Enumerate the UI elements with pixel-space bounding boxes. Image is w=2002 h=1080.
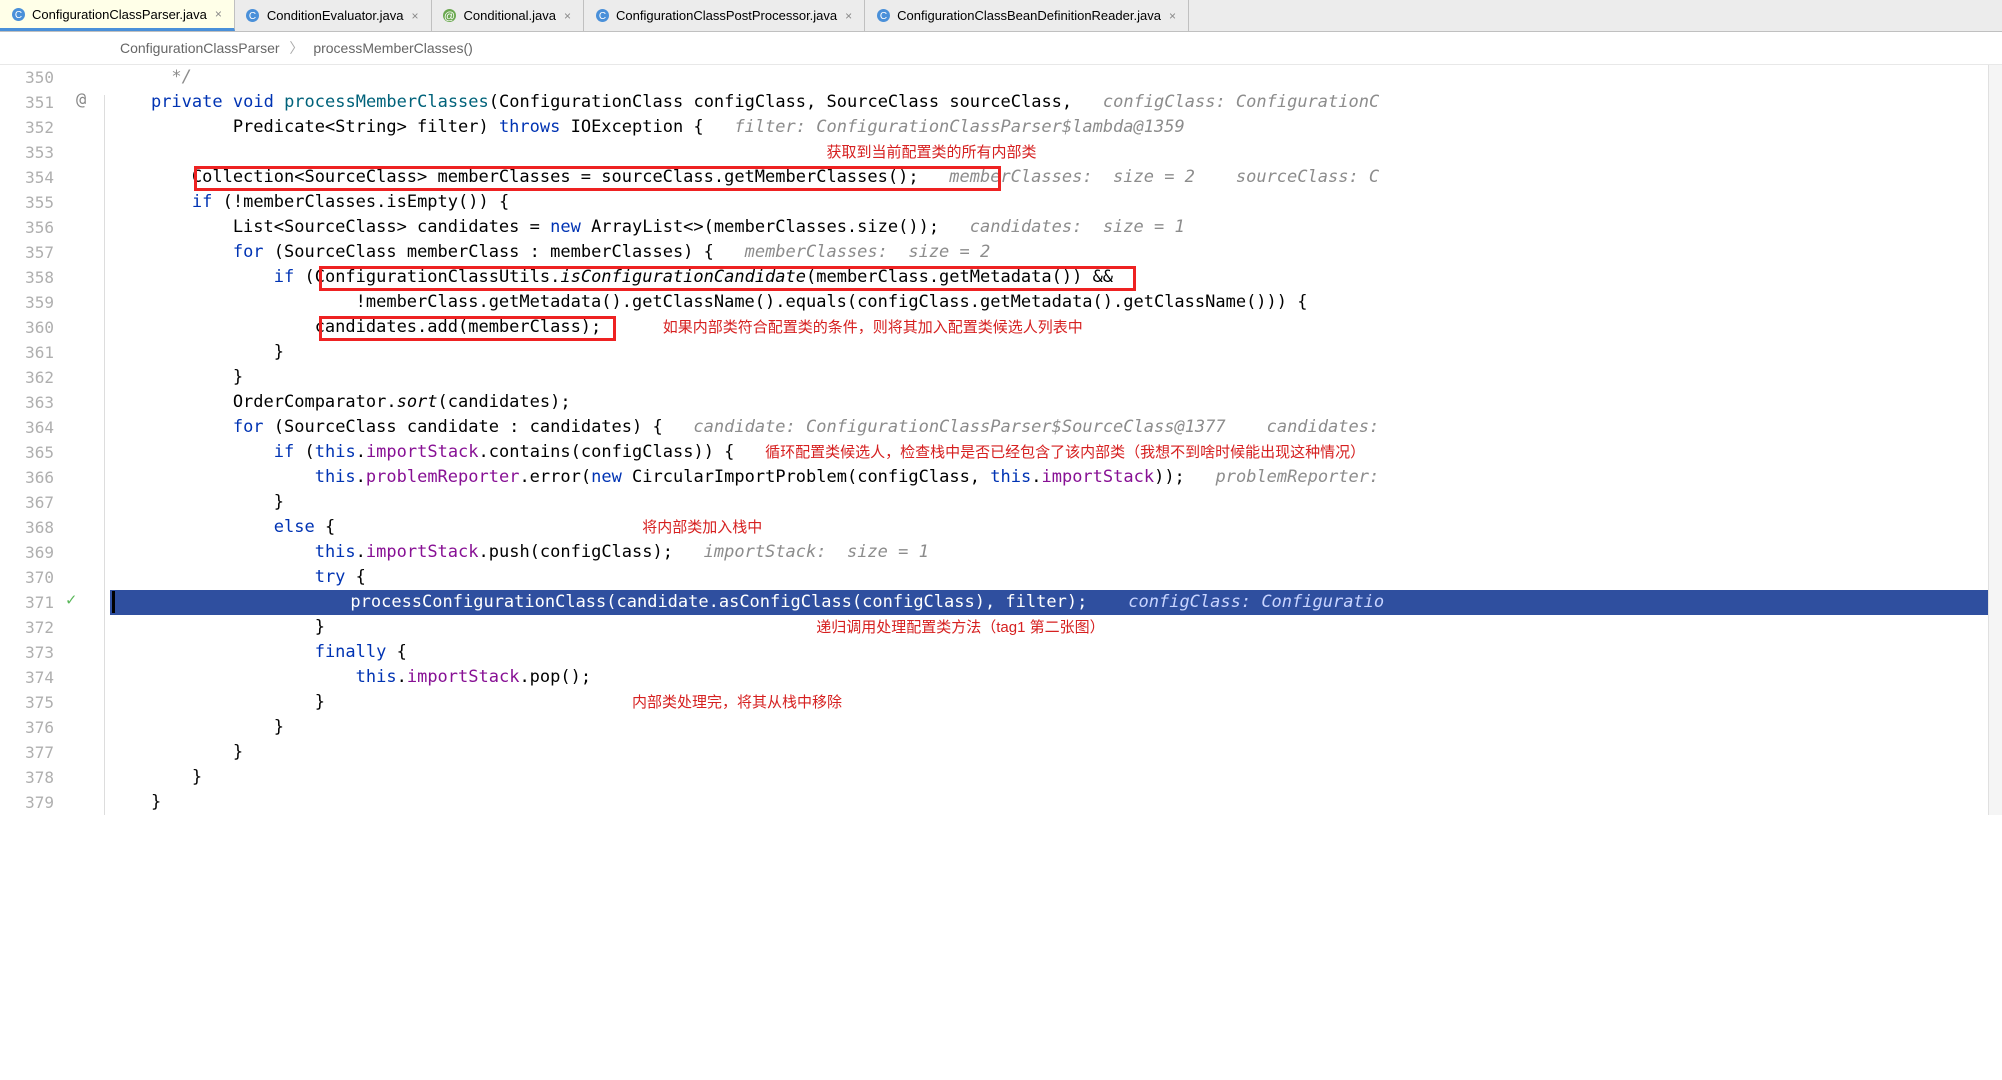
line-number: 350 bbox=[0, 65, 54, 90]
code-line[interactable]: } 内部类处理完，将其从栈中移除 bbox=[110, 690, 1988, 715]
line-number: 370 bbox=[0, 565, 54, 590]
close-icon[interactable]: × bbox=[562, 9, 573, 23]
code-line[interactable]: } bbox=[110, 340, 1988, 365]
caret bbox=[112, 591, 115, 613]
line-number: 364 bbox=[0, 415, 54, 440]
line-number: 365 bbox=[0, 440, 54, 465]
tab-label: ConditionEvaluator.java bbox=[267, 8, 404, 23]
code-area[interactable]: */ private void processMemberClasses(Con… bbox=[110, 65, 1988, 815]
line-number: 375 bbox=[0, 690, 54, 715]
code-line[interactable]: } bbox=[110, 490, 1988, 515]
code-line[interactable]: } 递归调用处理配置类方法（tag1 第二张图） bbox=[110, 615, 1988, 640]
code-line[interactable]: private void processMemberClasses(Config… bbox=[110, 90, 1988, 115]
code-line[interactable]: this.importStack.pop(); bbox=[110, 665, 1988, 690]
line-number: 351 bbox=[0, 90, 54, 115]
code-line[interactable]: } bbox=[110, 740, 1988, 765]
svg-text:C: C bbox=[598, 11, 605, 22]
code-line[interactable]: */ bbox=[110, 65, 1988, 90]
line-number: 372 bbox=[0, 615, 54, 640]
chevron-right-icon: 〉 bbox=[289, 40, 303, 56]
tab-4[interactable]: C ConfigurationClassBeanDefinitionReader… bbox=[865, 0, 1189, 31]
line-number: 355 bbox=[0, 190, 54, 215]
line-number: 369 bbox=[0, 540, 54, 565]
svg-text:C: C bbox=[14, 10, 21, 21]
code-line[interactable]: try { bbox=[110, 565, 1988, 590]
code-line[interactable]: } bbox=[110, 765, 1988, 790]
code-line[interactable]: if (this.importStack.contains(configClas… bbox=[110, 440, 1988, 465]
line-number: 354 bbox=[0, 165, 54, 190]
code-editor[interactable]: 3503513523533543553563573583593603613623… bbox=[0, 65, 2002, 815]
tab-label: Conditional.java bbox=[464, 8, 557, 23]
line-number: 352 bbox=[0, 115, 54, 140]
code-line[interactable]: } bbox=[110, 715, 1988, 740]
code-line[interactable]: for (SourceClass memberClass : memberCla… bbox=[110, 240, 1988, 265]
breakpoint-check-icon[interactable]: ✓ bbox=[66, 590, 76, 610]
code-line[interactable]: 获取到当前配置类的所有内部类 bbox=[110, 140, 1988, 165]
code-line[interactable]: } bbox=[110, 790, 1988, 815]
close-icon[interactable]: × bbox=[213, 7, 224, 21]
tab-label: ConfigurationClassPostProcessor.java bbox=[616, 8, 837, 23]
line-number: 357 bbox=[0, 240, 54, 265]
code-line[interactable]: for (SourceClass candidate : candidates)… bbox=[110, 415, 1988, 440]
line-number: 379 bbox=[0, 790, 54, 815]
code-line[interactable]: processConfigurationClass(candidate.asCo… bbox=[110, 590, 1988, 615]
line-number: 366 bbox=[0, 465, 54, 490]
line-number: 377 bbox=[0, 740, 54, 765]
editor-tabs: C ConfigurationClassParser.java × C Cond… bbox=[0, 0, 2002, 32]
line-number: 371 bbox=[0, 590, 54, 615]
line-number: 367 bbox=[0, 490, 54, 515]
override-icon[interactable]: @ bbox=[76, 90, 86, 110]
line-number: 361 bbox=[0, 340, 54, 365]
line-number: 356 bbox=[0, 215, 54, 240]
tab-0[interactable]: C ConfigurationClassParser.java × bbox=[0, 0, 235, 31]
close-icon[interactable]: × bbox=[1167, 9, 1178, 23]
line-number-gutter: 3503513523533543553563573583593603613623… bbox=[0, 65, 62, 815]
line-number: 353 bbox=[0, 140, 54, 165]
java-class-icon: C bbox=[875, 8, 891, 24]
line-number: 376 bbox=[0, 715, 54, 740]
line-number: 378 bbox=[0, 765, 54, 790]
code-line[interactable]: List<SourceClass> candidates = new Array… bbox=[110, 215, 1988, 240]
line-number: 374 bbox=[0, 665, 54, 690]
code-line[interactable]: OrderComparator.sort(candidates); bbox=[110, 390, 1988, 415]
close-icon[interactable]: × bbox=[409, 9, 420, 23]
tab-2[interactable]: @ Conditional.java × bbox=[432, 0, 585, 31]
svg-text:@: @ bbox=[444, 11, 455, 23]
svg-text:C: C bbox=[249, 11, 256, 22]
tab-3[interactable]: C ConfigurationClassPostProcessor.java × bbox=[584, 0, 865, 31]
breadcrumb-method[interactable]: processMemberClasses() bbox=[313, 40, 472, 56]
line-number: 368 bbox=[0, 515, 54, 540]
code-line[interactable]: else { 将内部类加入栈中 bbox=[110, 515, 1988, 540]
code-line[interactable]: this.problemReporter.error(new CircularI… bbox=[110, 465, 1988, 490]
code-line[interactable]: !memberClass.getMetadata().getClassName(… bbox=[110, 290, 1988, 315]
svg-text:C: C bbox=[880, 11, 887, 22]
java-class-icon: C bbox=[594, 8, 610, 24]
java-class-icon: C bbox=[10, 6, 26, 22]
java-class-icon: C bbox=[245, 8, 261, 24]
tab-label: ConfigurationClassParser.java bbox=[32, 7, 207, 22]
breadcrumb-class[interactable]: ConfigurationClassParser bbox=[120, 40, 280, 56]
code-line[interactable]: Predicate<String> filter) throws IOExcep… bbox=[110, 115, 1988, 140]
code-line[interactable]: if (ConfigurationClassUtils.isConfigurat… bbox=[110, 265, 1988, 290]
tab-label: ConfigurationClassBeanDefinitionReader.j… bbox=[897, 8, 1161, 23]
breadcrumb[interactable]: ConfigurationClassParser 〉 processMember… bbox=[0, 32, 2002, 65]
tab-1[interactable]: C ConditionEvaluator.java × bbox=[235, 0, 432, 31]
line-number: 363 bbox=[0, 390, 54, 415]
marker-gutter: @ ✓ bbox=[62, 65, 110, 815]
code-line[interactable]: Collection<SourceClass> memberClasses = … bbox=[110, 165, 1988, 190]
code-line[interactable]: candidates.add(memberClass); 如果内部类符合配置类的… bbox=[110, 315, 1988, 340]
code-line[interactable]: } bbox=[110, 365, 1988, 390]
code-line[interactable]: finally { bbox=[110, 640, 1988, 665]
right-gutter bbox=[1988, 65, 2002, 815]
code-line[interactable]: if (!memberClasses.isEmpty()) { bbox=[110, 190, 1988, 215]
code-line[interactable]: this.importStack.push(configClass); impo… bbox=[110, 540, 1988, 565]
java-annotation-icon: @ bbox=[442, 8, 458, 24]
line-number: 359 bbox=[0, 290, 54, 315]
line-number: 358 bbox=[0, 265, 54, 290]
line-number: 373 bbox=[0, 640, 54, 665]
line-number: 360 bbox=[0, 315, 54, 340]
line-number: 362 bbox=[0, 365, 54, 390]
close-icon[interactable]: × bbox=[843, 9, 854, 23]
